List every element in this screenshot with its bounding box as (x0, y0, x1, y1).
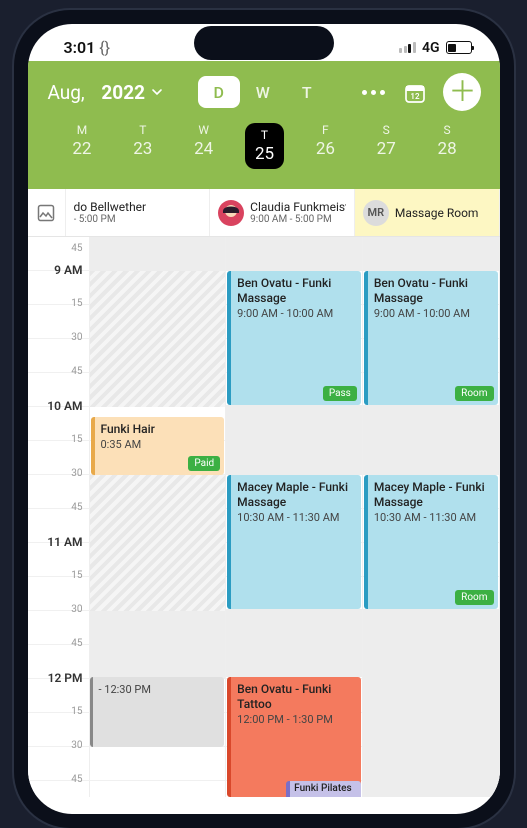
event-gray-block[interactable]: - 12:30 PM (90, 677, 225, 747)
view-toggle: D W T (198, 76, 328, 108)
resource-massage-room[interactable]: MR Massage Room (355, 189, 500, 236)
busy-block (90, 611, 226, 679)
screen: 3:01 {} 4G Aug, 2022 D W T (28, 24, 500, 814)
calendar-icon[interactable]: 12 (403, 81, 425, 103)
event-funki-hair[interactable]: Funki Hair 0:35 AM Paid (91, 417, 225, 475)
busy-block (363, 237, 499, 271)
busy-block (363, 405, 499, 475)
resource-claudia[interactable]: Claudia Funkmeister9:00 AM - 5:00 PM (210, 189, 355, 236)
day-22[interactable]: M22 (52, 123, 113, 169)
event-ben-massage-room[interactable]: Ben Ovatu - Funki Massage 9:00 AM - 10:0… (364, 271, 498, 405)
busy-block (226, 609, 362, 677)
chevron-down-icon (151, 86, 163, 98)
event-ben-tattoo[interactable]: Ben Ovatu - Funki Tattoo 12:00 PM - 1:30… (227, 677, 361, 797)
event-macey-massage[interactable]: Macey Maple - Funki Massage 10:30 AM - 1… (227, 475, 361, 609)
day-24[interactable]: W24 (173, 123, 234, 169)
badge-pass: Pass (323, 386, 357, 401)
resource-header: do Bellwether- 5:00 PM Claudia Funkmeist… (28, 189, 500, 237)
event-pilates[interactable]: Funki Pilates - (286, 781, 361, 797)
network-label: 4G (422, 40, 440, 56)
day-23[interactable]: T23 (112, 123, 173, 169)
week-strip: M22 T23 W24 T25 F26 S27 S28 (48, 111, 482, 179)
time-gutter: 45 9 AM 15 30 45 10 AM 15 30 45 11 AM 15… (28, 237, 90, 797)
more-icon[interactable] (362, 90, 385, 95)
badge-room: Room (455, 590, 493, 605)
busy-block (226, 405, 362, 475)
day-25[interactable]: T25 (234, 123, 295, 169)
resource-bellwether[interactable]: do Bellwether- 5:00 PM (66, 189, 211, 236)
day-27[interactable]: S27 (356, 123, 417, 169)
unavailable-block (90, 271, 226, 407)
event-macey-massage-room[interactable]: Macey Maple - Funki Massage 10:30 AM - 1… (364, 475, 498, 609)
calendar-grid[interactable]: 45 9 AM 15 30 45 10 AM 15 30 45 11 AM 15… (28, 237, 500, 797)
battery-icon (446, 41, 472, 54)
app-header: Aug, 2022 D W T 12 ＋ M22 T23 (28, 61, 500, 189)
view-day[interactable]: D (198, 76, 240, 108)
busy-block (226, 237, 362, 271)
badge-paid: Paid (188, 456, 220, 471)
phone-frame: 3:01 {} 4G Aug, 2022 D W T (14, 10, 514, 828)
busy-block (363, 609, 499, 797)
month-picker[interactable]: Aug, 2022 (48, 81, 164, 104)
notch (194, 26, 334, 60)
signal-icon (399, 42, 416, 53)
day-26[interactable]: F26 (295, 123, 356, 169)
add-button[interactable]: ＋ (443, 73, 481, 111)
calendar-col-3[interactable]: Ben Ovatu - Funki Massage 9:00 AM - 10:0… (363, 237, 500, 797)
calendar-col-1[interactable]: Funki Hair 0:35 AM Paid - 12:30 PM (90, 237, 227, 797)
day-28[interactable]: S28 (417, 123, 478, 169)
calendar-col-2[interactable]: Ben Ovatu - Funki Massage 9:00 AM - 10:0… (226, 237, 363, 797)
view-month[interactable]: T (286, 76, 328, 108)
plus-icon: ＋ (448, 78, 476, 106)
view-week[interactable]: W (242, 76, 284, 108)
status-time: 3:01 {} (64, 38, 111, 57)
busy-block (90, 237, 226, 271)
event-ben-massage[interactable]: Ben Ovatu - Funki Massage 9:00 AM - 10:0… (227, 271, 361, 405)
resource-gutter-icon[interactable] (28, 189, 66, 236)
svg-text:12: 12 (411, 92, 421, 101)
unavailable-block (90, 475, 226, 611)
avatar-room: MR (363, 200, 389, 226)
badge-room: Room (455, 386, 493, 401)
avatar-claudia (218, 200, 244, 226)
